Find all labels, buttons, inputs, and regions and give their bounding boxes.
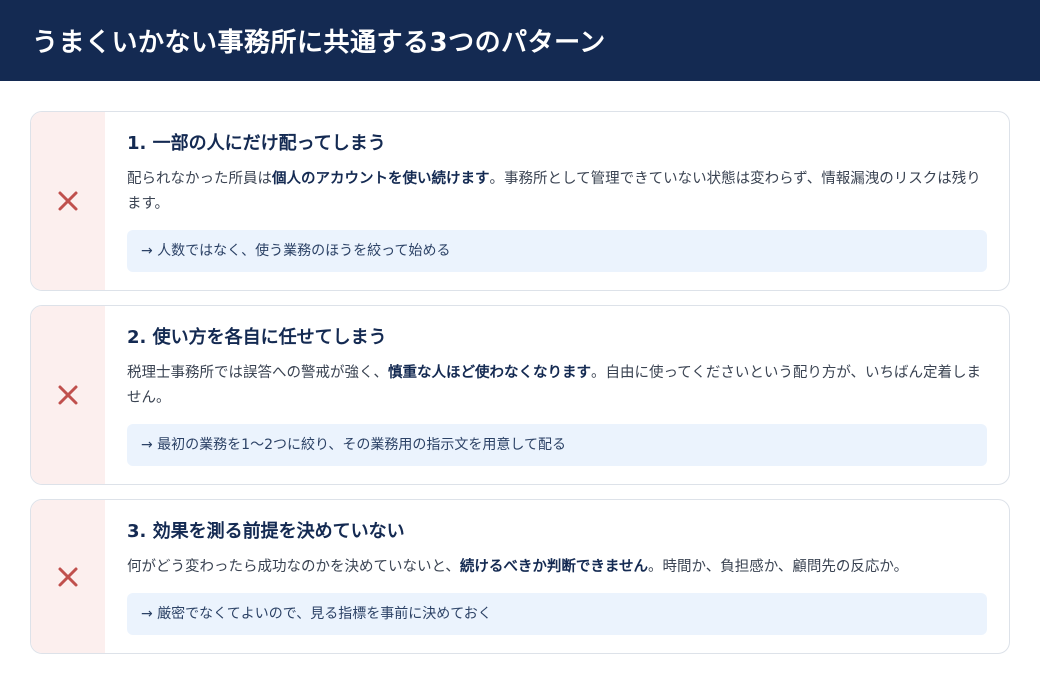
description-text: 税理士事務所では誤答への警戒が強く、 xyxy=(127,365,388,381)
pattern-tip: → 最初の業務を1〜2つに絞り、その業務用の指示文を用意して配る xyxy=(127,424,987,466)
page-title: うまくいかない事務所に共通する3つのパターン xyxy=(32,28,606,58)
pattern-title: 3. 効果を測る前提を決めていない xyxy=(127,521,405,542)
pattern-card-3: 3. 効果を測る前提を決めていない 何がどう変わったら成功なのかを決めていないと… xyxy=(30,499,1010,654)
pattern-description: 何がどう変わったら成功なのかを決めていないと、続けるべきか判断できません。時間か… xyxy=(127,555,987,580)
pattern-card-2: 2. 使い方を各自に任せてしまう 税理士事務所では誤答への警戒が強く、慎重な人ほ… xyxy=(30,305,1010,485)
page-header: うまくいかない事務所に共通する3つのパターン xyxy=(0,0,1040,81)
description-emphasis: 慎重な人ほど使わなくなります xyxy=(388,365,591,381)
pattern-mark xyxy=(31,306,105,484)
pattern-title: 2. 使い方を各自に任せてしまう xyxy=(127,327,387,348)
pattern-body: 3. 効果を測る前提を決めていない 何がどう変わったら成功なのかを決めていないと… xyxy=(105,500,1009,653)
pattern-body: 2. 使い方を各自に任せてしまう 税理士事務所では誤答への警戒が強く、慎重な人ほ… xyxy=(105,306,1009,484)
pattern-card-1: 1. 一部の人にだけ配ってしまう 配られなかった所員は個人のアカウントを使い続け… xyxy=(30,111,1010,291)
pattern-description: 配られなかった所員は個人のアカウントを使い続けます。事務所として管理できていない… xyxy=(127,167,987,217)
x-mark-icon xyxy=(58,191,78,211)
x-mark-icon xyxy=(58,567,78,586)
description-emphasis: 続けるべきか判断できません xyxy=(459,559,648,575)
description-emphasis: 個人のアカウントを使い続けます xyxy=(272,171,490,187)
pattern-list: 1. 一部の人にだけ配ってしまう 配られなかった所員は個人のアカウントを使い続け… xyxy=(0,81,1040,654)
pattern-tip: → 厳密でなくてよいので、見る指標を事前に決めておく xyxy=(127,593,987,635)
description-text: 。時間か、負担感か、顧問先の反応か。 xyxy=(648,559,909,575)
pattern-description: 税理士事務所では誤答への警戒が強く、慎重な人ほど使わなくなります。自由に使ってく… xyxy=(127,361,987,411)
pattern-body: 1. 一部の人にだけ配ってしまう 配られなかった所員は個人のアカウントを使い続け… xyxy=(105,112,1009,290)
pattern-mark xyxy=(31,500,105,653)
description-text: 配られなかった所員は xyxy=(127,171,272,187)
pattern-tip: → 人数ではなく、使う業務のほうを絞って始める xyxy=(127,230,987,272)
pattern-mark xyxy=(31,112,105,290)
pattern-title: 1. 一部の人にだけ配ってしまう xyxy=(127,133,386,154)
x-mark-icon xyxy=(58,385,78,405)
description-text: 何がどう変わったら成功なのかを決めていないと、 xyxy=(127,559,460,575)
